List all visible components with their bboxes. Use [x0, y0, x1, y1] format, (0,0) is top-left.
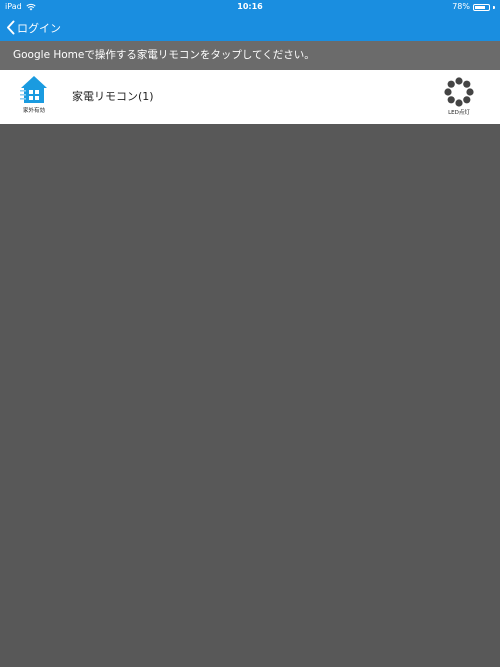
remote-name: 家電リモコン(1): [72, 90, 154, 103]
status-time: 10:16: [237, 2, 263, 11]
battery-icon: [473, 3, 490, 11]
remote-status-indicator: 家外有効: [16, 75, 52, 114]
battery-tip: [493, 5, 495, 9]
battery-percent: 78%: [452, 2, 470, 11]
led-indicator[interactable]: LED点灯: [442, 77, 476, 116]
instruction-banner: Google Homeで操作する家電リモコンをタップしてください。: [0, 41, 500, 70]
empty-content-area: [0, 124, 500, 667]
status-bar: iPad 10:16 78%: [0, 0, 500, 14]
status-right: 78%: [452, 0, 495, 14]
chevron-left-icon: [7, 20, 15, 35]
led-caption: LED点灯: [448, 110, 470, 116]
house-icon: [20, 76, 47, 103]
battery-fill: [475, 5, 486, 9]
remote-status-caption: 家外有効: [22, 108, 45, 114]
back-label: ログイン: [17, 21, 61, 35]
navigation-bar: ログイン: [0, 14, 500, 41]
led-icon: [444, 77, 474, 107]
back-button[interactable]: ログイン: [6, 14, 61, 41]
remote-list-item[interactable]: 家外有効 家電リモコン(1) LED点灯: [0, 70, 500, 124]
